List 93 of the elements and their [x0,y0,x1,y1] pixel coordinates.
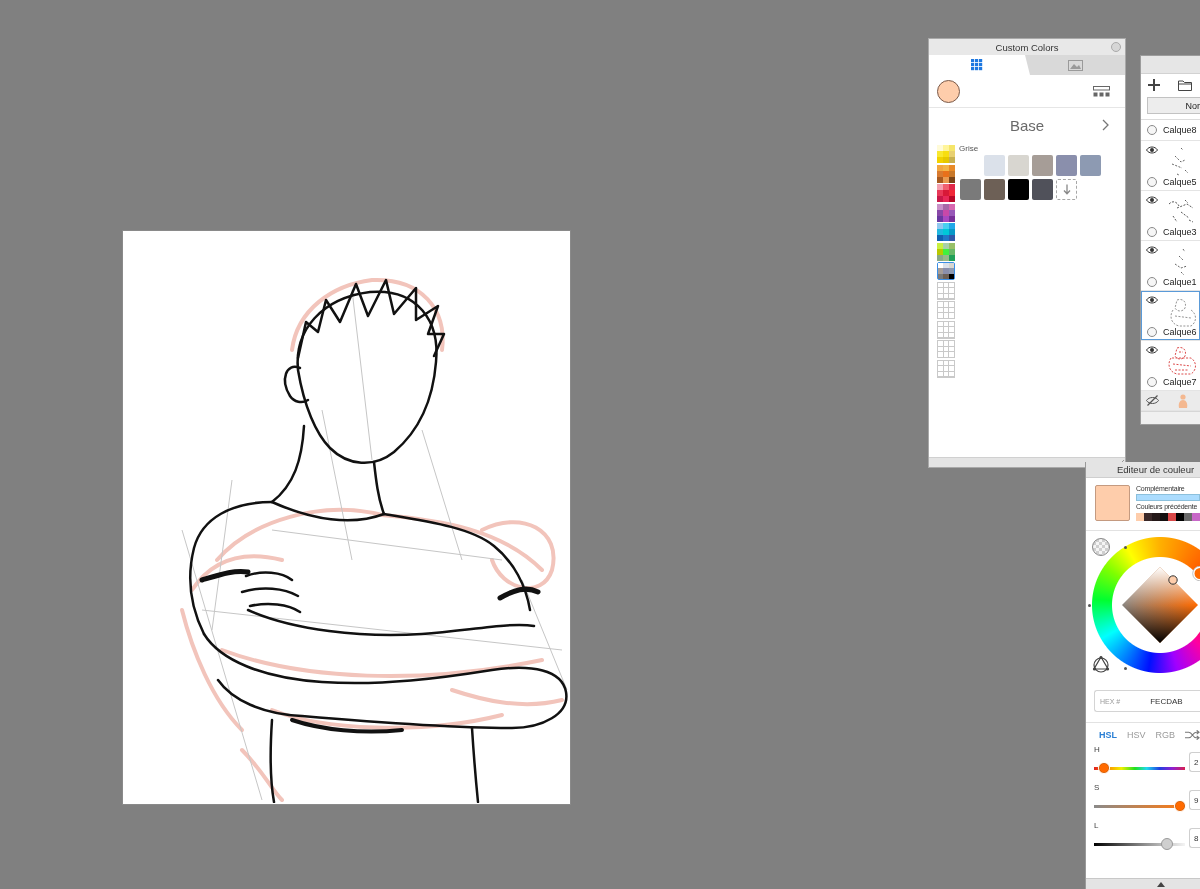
slider-thumb[interactable] [1160,838,1173,850]
complementary-color-bar[interactable] [1136,494,1200,501]
shuffle-icon[interactable] [1185,730,1200,740]
color-swatch[interactable] [1160,513,1168,521]
layer-name: Calque3 [1163,227,1197,237]
layer-thumbnail [1168,199,1194,223]
palette-thumbnail[interactable] [937,281,955,300]
color-swatch[interactable] [960,179,981,200]
color-swatch[interactable] [1136,513,1144,521]
color-swatch[interactable] [1080,155,1101,176]
palette-title: Base [1009,116,1045,134]
palette-thumbnail[interactable] [937,242,955,261]
color-swatch[interactable] [1168,513,1176,521]
layout-icon[interactable] [1093,85,1110,97]
color-swatch[interactable] [1008,155,1029,176]
palette-thumbnail[interactable] [937,223,955,241]
color-swatch[interactable] [1008,179,1029,200]
slider-label: S [1094,784,1101,792]
hex-value: FECDAB [1150,696,1183,706]
dot-icon [1124,667,1127,670]
panel-footer [1141,411,1200,424]
radio-button[interactable] [1147,377,1157,387]
saturation-lightness-diamond[interactable] [1122,567,1198,643]
dot-icon [1088,604,1091,607]
close-button[interactable] [1111,42,1121,52]
grid-icon [971,59,983,71]
blend-mode-button[interactable]: Nor [1147,97,1200,114]
layer-thumbnail [1167,347,1197,375]
color-swatch[interactable] [1144,513,1152,521]
color-swatch[interactable] [1184,513,1192,521]
eye-icon[interactable] [1146,346,1158,354]
image-icon [1067,59,1083,71]
layer-name: Calque8 [1163,125,1197,135]
color-swatch[interactable] [984,179,1005,200]
color-marker-icon[interactable] [1168,575,1178,585]
folder-icon[interactable] [1178,79,1192,91]
layer-name: Calque6 [1163,327,1197,337]
color-swatch[interactable] [1032,179,1053,200]
color-swatch[interactable] [1192,513,1200,521]
radio-button[interactable] [1147,177,1157,187]
slider-label: L [1094,822,1100,830]
arrow-down-icon [1062,184,1071,195]
radio-button[interactable] [1147,277,1157,287]
slider-label: H [1094,746,1101,754]
palette-thumbnail[interactable] [937,203,955,222]
layer-name: Calque7 [1163,377,1197,387]
palette-thumbnail[interactable] [937,340,955,358]
value-field[interactable]: 9 [1189,790,1200,810]
value-field[interactable]: 8 [1189,828,1200,848]
layer-thumbnail [1169,297,1197,327]
title-bar [1141,56,1200,74]
color-swatch[interactable] [1056,155,1077,176]
palette-thumbnail[interactable] [937,262,955,280]
palette-thumbnail[interactable] [937,184,955,202]
layer-thumbnail [1174,248,1188,276]
radio-button[interactable] [1147,327,1157,337]
layer-name: Calque5 [1163,177,1197,187]
color-swatch[interactable] [1032,155,1053,176]
panel-title: Editeur de couleur [1117,464,1195,475]
layer-thumbnail [1171,147,1189,176]
figure-thumbnail [1178,393,1188,408]
radio-button[interactable] [1147,227,1157,237]
plus-icon[interactable] [1148,79,1160,91]
image-tab[interactable] [1025,55,1125,75]
mode-tab[interactable]: HSL [1099,730,1117,740]
chevron-right-icon[interactable] [1102,119,1109,131]
color-swatch[interactable] [984,155,1005,176]
palette-thumbnail[interactable] [937,301,955,319]
palette-thumbnail[interactable] [937,320,955,339]
color-swatch[interactable] [1152,513,1160,521]
layer-row[interactable] [1141,391,1200,411]
eye-icon[interactable] [1146,146,1158,154]
radio-button[interactable] [1147,125,1157,135]
group-label: Grise [959,145,980,155]
eye-icon[interactable] [1146,296,1158,304]
layer-name: Calque1 [1163,277,1197,287]
add-swatch-button[interactable] [1056,179,1077,200]
eye-icon[interactable] [1146,246,1158,254]
panel-title: Custom Colors [995,41,1059,53]
value-field[interactable]: 2 [1189,752,1200,772]
color-swatch[interactable] [1176,513,1184,521]
palette-thumbnail[interactable] [937,359,955,378]
dot-icon [1124,546,1127,549]
triangle-icon[interactable] [1092,655,1110,673]
caret-up-icon[interactable] [1157,881,1165,887]
palette-thumbnail[interactable] [937,164,955,183]
palette-thumbnail[interactable] [937,145,955,163]
hue-marker-icon[interactable] [1190,566,1200,581]
current-color-swatch[interactable] [937,79,960,103]
eye-off-icon[interactable] [1146,395,1159,406]
layer-row[interactable]: Calque6 [1141,291,1200,341]
eye-icon[interactable] [1146,196,1158,204]
checkerboard-icon[interactable] [1092,538,1110,556]
